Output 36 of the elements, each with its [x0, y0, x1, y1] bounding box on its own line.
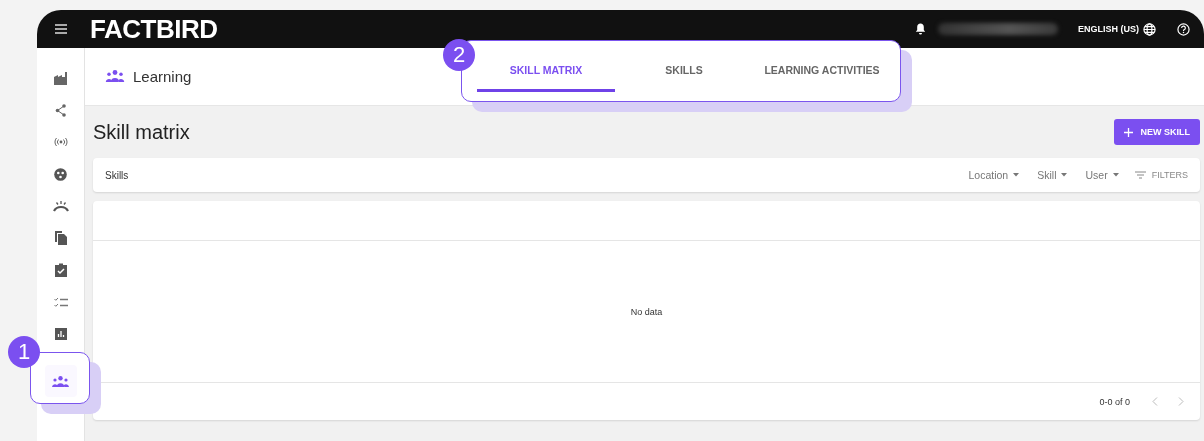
logo: FACTBIRD	[90, 13, 218, 45]
filter-dropdown[interactable]: Location	[968, 169, 1020, 181]
tab[interactable]: SKILLS	[615, 48, 753, 92]
clipboard-check-icon	[54, 263, 67, 277]
bar-chart-icon	[54, 328, 67, 340]
factory-icon	[53, 71, 68, 85]
plus-icon	[1123, 127, 1133, 137]
caret-icon	[1061, 173, 1068, 177]
section-title: Learning	[133, 67, 192, 85]
new-skill-button[interactable]: NEW SKILL	[1113, 119, 1200, 145]
people-icon	[105, 70, 125, 82]
alarm-icon	[52, 200, 69, 212]
language-selector[interactable]: ENGLISH (US)	[1078, 24, 1139, 34]
page-title: Skill matrix	[93, 120, 190, 144]
filters-button[interactable]: FILTERS	[1134, 170, 1188, 180]
filter-icon	[1134, 171, 1146, 179]
circle-icon	[54, 167, 67, 181]
caret-icon	[1112, 173, 1119, 177]
toolbar-label: Skills	[105, 169, 129, 181]
broadcast-icon	[53, 137, 68, 147]
caret-icon	[1013, 173, 1020, 177]
checklist-icon	[53, 296, 68, 308]
tab[interactable]: LEARNING ACTIVITIES	[753, 48, 891, 92]
globe-icon[interactable]	[1143, 22, 1156, 36]
filter-dropdown[interactable]: Skill	[1037, 169, 1068, 181]
menu-icon[interactable]	[55, 24, 67, 34]
sidebar-item[interactable]	[44, 365, 77, 397]
share-icon	[54, 103, 67, 117]
bell-icon[interactable]	[915, 23, 926, 35]
people-icon	[52, 375, 69, 387]
callout-number: 1	[8, 336, 40, 368]
empty-message: No data	[630, 306, 663, 317]
documents-icon	[54, 231, 67, 245]
pagination-text: 0-0 of 0	[1099, 396, 1130, 407]
help-icon[interactable]	[1177, 22, 1190, 36]
filter-dropdown[interactable]: User	[1085, 169, 1119, 181]
